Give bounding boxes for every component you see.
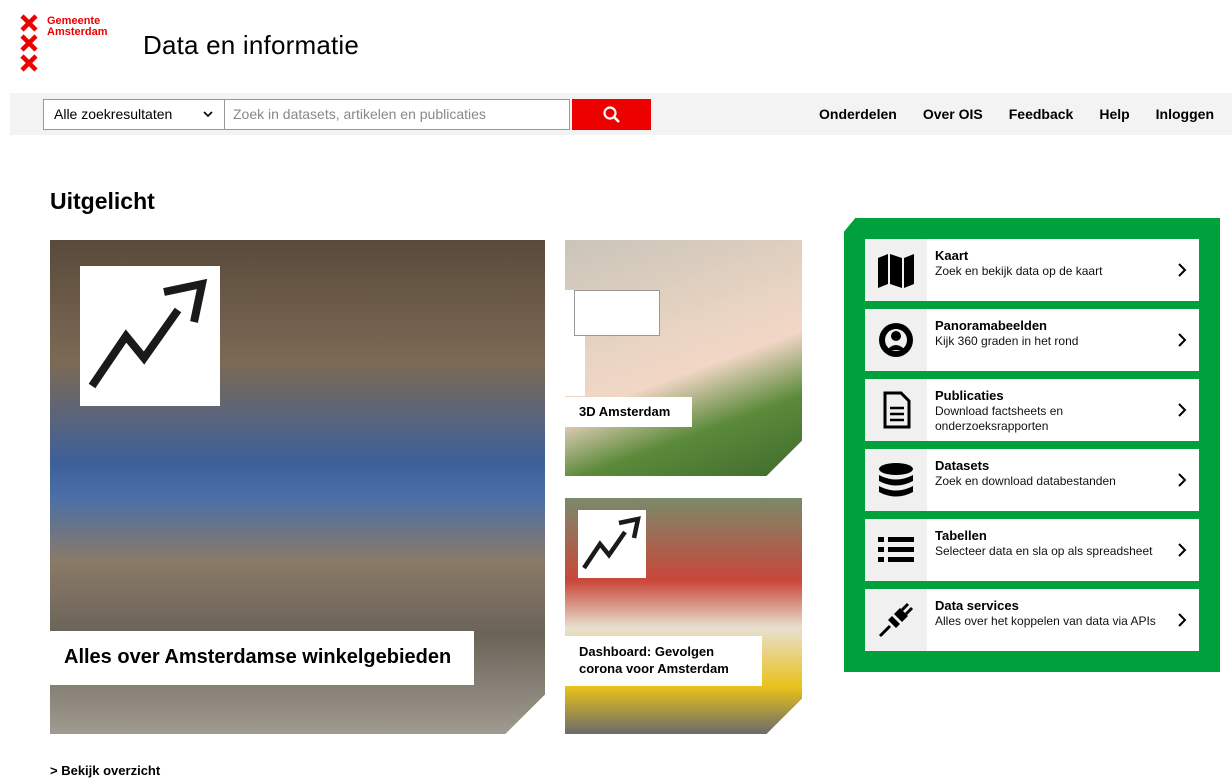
quick-link-desc: Alles over het koppelen van data via API… <box>935 614 1156 628</box>
chevron-right-icon <box>1178 263 1187 277</box>
quick-links-panel: Kaart Zoek en bekijk data op de kaart Pa… <box>844 218 1220 672</box>
quick-link-datasets[interactable]: Datasets Zoek en download databestanden <box>865 449 1199 511</box>
featured-tile-3d-amsterdam[interactable]: 3D Amsterdam <box>565 240 802 476</box>
nav-item-over-ois[interactable]: Over OIS <box>923 106 983 122</box>
quick-link-title: Datasets <box>935 458 990 473</box>
quick-link-publicaties[interactable]: Publicaties Download factsheets en onder… <box>865 379 1199 441</box>
chevron-down-icon <box>203 111 213 118</box>
quick-link-title: Data services <box>935 598 1019 613</box>
overview-link[interactable]: > Bekijk overzicht <box>50 763 160 778</box>
quick-link-data-services[interactable]: Data services Alles over het koppelen va… <box>865 589 1199 651</box>
quick-link-title: Tabellen <box>935 528 987 543</box>
featured-tile-winkelgebieden[interactable]: Alles over Amsterdamse winkelgebieden <box>50 240 545 734</box>
quick-link-title: Panoramabeelden <box>935 318 1047 333</box>
site-title: Data en informatie <box>143 30 360 60</box>
featured-label-main: Alles over Amsterdamse winkelgebieden <box>50 631 474 685</box>
quick-link-desc: Kijk 360 graden in het rond <box>935 334 1079 348</box>
featured-tile-corona-dashboard[interactable]: Dashboard: Gevolgen corona voor Amsterda… <box>565 498 802 734</box>
plug-icon <box>878 602 914 638</box>
search-scope-value: Alle zoekresultaten <box>54 106 173 122</box>
search-scope-select[interactable]: Alle zoekresultaten <box>43 99 225 130</box>
chevron-right-icon <box>1178 403 1187 417</box>
quick-link-title: Kaart <box>935 248 969 263</box>
chevron-right-icon <box>1178 613 1187 627</box>
quick-link-desc: Selecteer data en sla op als spreadsheet <box>935 544 1153 558</box>
main-nav: Onderdelen Over OIS Feedback Help Inlogg… <box>819 106 1214 122</box>
search-icon <box>603 106 620 123</box>
quick-link-kaart[interactable]: Kaart Zoek en bekijk data op de kaart <box>865 239 1199 301</box>
nav-item-onderdelen[interactable]: Onderdelen <box>819 106 897 122</box>
document-icon <box>883 391 911 429</box>
layer-panel-preview <box>574 290 660 336</box>
gemeente-amsterdam-logo[interactable]: Gemeente Amsterdam <box>20 14 120 78</box>
chevron-right-icon <box>1178 543 1187 557</box>
map-icon <box>878 254 914 288</box>
quick-link-desc: Zoek en download databestanden <box>935 474 1116 488</box>
quick-link-desc: Download factsheets en onderzoeksrapport… <box>935 404 1064 433</box>
quick-link-tabellen[interactable]: Tabellen Selecteer data en sla op als sp… <box>865 519 1199 581</box>
trend-chart-icon <box>578 510 646 578</box>
search-input[interactable]: Zoek in datasets, artikelen en publicati… <box>224 99 570 130</box>
nav-item-feedback[interactable]: Feedback <box>1009 106 1074 122</box>
quick-link-desc: Zoek en bekijk data op de kaart <box>935 264 1103 278</box>
chevron-right-icon <box>1178 333 1187 347</box>
section-title-uitgelicht: Uitgelicht <box>50 188 155 214</box>
quick-link-title: Publicaties <box>935 388 1004 403</box>
panorama-icon <box>879 323 913 357</box>
database-icon <box>879 463 913 497</box>
logo-text: Gemeente Amsterdam <box>47 15 108 38</box>
chevron-right-icon <box>1178 473 1187 487</box>
nav-item-inloggen[interactable]: Inloggen <box>1156 106 1214 122</box>
search-button[interactable] <box>572 99 651 130</box>
featured-label-corona: Dashboard: Gevolgen corona voor Amsterda… <box>565 636 762 686</box>
list-icon <box>878 537 914 562</box>
featured-label-3d: 3D Amsterdam <box>565 397 692 427</box>
quick-link-panoramabeelden[interactable]: Panoramabeelden Kijk 360 graden in het r… <box>865 309 1199 371</box>
nav-item-help[interactable]: Help <box>1099 106 1129 122</box>
trend-chart-icon <box>80 266 220 406</box>
logo-crosses-icon <box>20 14 42 74</box>
search-nav-bar: Alle zoekresultaten Zoek in datasets, ar… <box>10 93 1232 135</box>
